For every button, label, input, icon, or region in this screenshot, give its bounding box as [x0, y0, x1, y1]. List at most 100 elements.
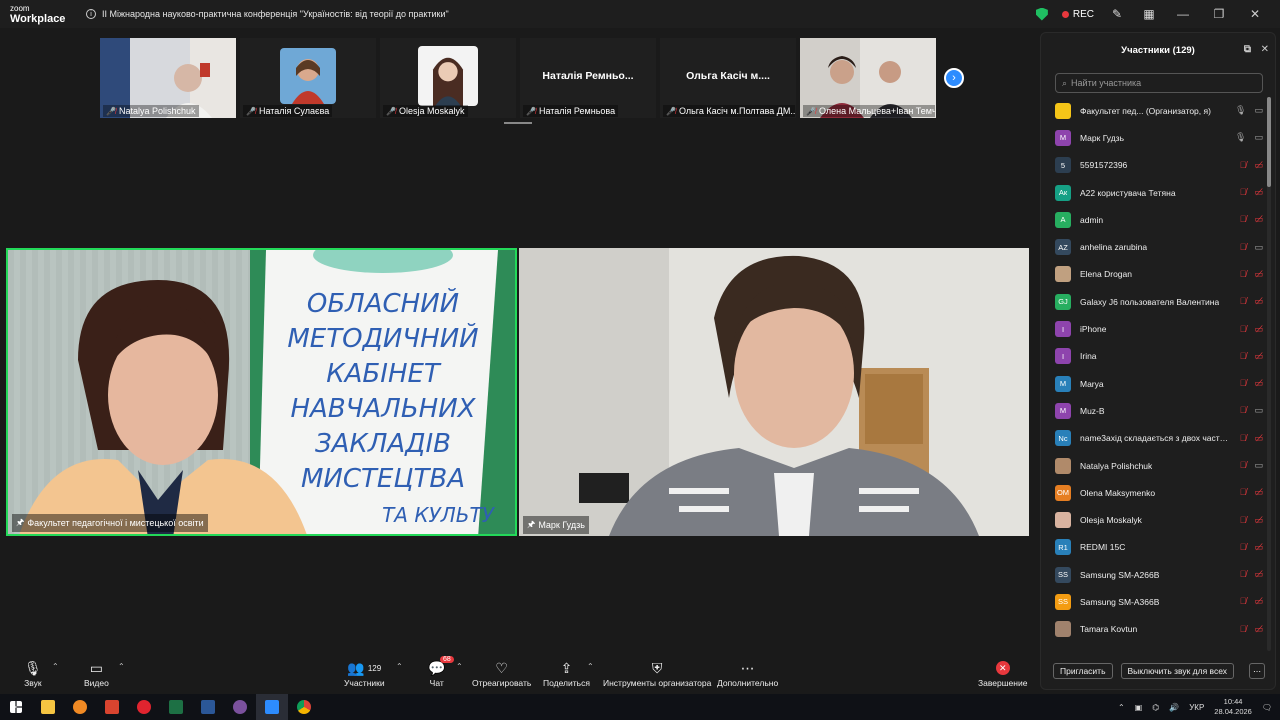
share-button[interactable]: ⇪ Поделиться: [543, 658, 590, 689]
camera-icon[interactable]: ▭: [1254, 105, 1263, 116]
participant-search-input[interactable]: ⌕ Найти участника: [1055, 73, 1263, 93]
mic-muted-icon[interactable]: 🎙̸: [1240, 242, 1247, 253]
participants-button[interactable]: 👥 129 Участники: [344, 658, 385, 689]
camera-off-icon[interactable]: ▭̸: [1254, 378, 1263, 389]
more-button[interactable]: ⋯ Дополнительно: [717, 658, 778, 689]
participant-row[interactable]: 5 5591572396 🎙̸ ▭̸: [1041, 152, 1269, 179]
participant-row[interactable]: Aadmin 🎙̸ ▭̸: [1041, 206, 1269, 233]
chat-button[interactable]: 💬 68 Чат: [428, 656, 454, 688]
panel-more-button[interactable]: ⋯: [1249, 663, 1265, 679]
camera-off-icon[interactable]: ▭̸: [1254, 542, 1263, 553]
volume-icon[interactable]: 🔊: [1169, 703, 1179, 712]
recording-indicator[interactable]: REC: [1061, 9, 1094, 20]
microphone-icon[interactable]: 🎙: [1235, 132, 1246, 143]
chat-options-caret[interactable]: ⌃: [456, 662, 463, 671]
participant-row[interactable]: AZ anhelina zarubina 🎙̸ ▭: [1041, 233, 1269, 260]
participant-row[interactable]: Tamara Kovtun 🎙̸ ▭̸: [1041, 616, 1269, 643]
taskbar-chrome[interactable]: [288, 694, 320, 720]
camera-off-icon[interactable]: ▭̸: [1254, 596, 1263, 607]
participant-row[interactable]: Nc name3ахід складається з двох части... 🎙…: [1041, 425, 1269, 452]
participant-row[interactable]: Olesja Moskalyk 🎙̸ ▭̸: [1041, 506, 1269, 533]
mute-all-button[interactable]: Выключить звук для всех: [1120, 663, 1235, 679]
start-button[interactable]: [0, 694, 32, 720]
popout-icon[interactable]: ⧉: [1244, 44, 1251, 55]
camera-off-icon[interactable]: ▭̸: [1254, 296, 1263, 307]
camera-off-icon[interactable]: ▭̸: [1254, 569, 1263, 580]
participant-tile[interactable]: Наталія Ремньо... 🎤̸ Наталія Ремньова: [520, 38, 656, 118]
participant-tile[interactable]: Ольга Касіч м.... 🎤̸ Ольга Касіч м.Полтав…: [660, 38, 796, 118]
audio-button[interactable]: 🎙 Звук: [24, 658, 42, 689]
mic-muted-icon[interactable]: 🎙̸: [1240, 624, 1247, 635]
taskbar-word[interactable]: [192, 694, 224, 720]
active-speaker-video[interactable]: ОБЛАСНИЙ МЕТОДИЧНИЙ КАБІНЕТ НАВЧАЛЬНИХ З…: [6, 248, 517, 536]
participant-row[interactable]: R1 REDMI 15C 🎙̸ ▭̸: [1041, 534, 1269, 561]
taskbar-search[interactable]: [64, 694, 96, 720]
taskbar-viber[interactable]: [224, 694, 256, 720]
keyboard-language[interactable]: УКР: [1189, 703, 1204, 712]
taskbar-zoom[interactable]: [256, 694, 288, 720]
participant-row[interactable]: Ак A22 користувача Тетяна 🎙̸ ▭̸: [1041, 179, 1269, 206]
taskbar-excel[interactable]: [160, 694, 192, 720]
participant-row[interactable]: Natalya Polishchuk 🎙̸ ▭: [1041, 452, 1269, 479]
mic-muted-icon[interactable]: 🎙̸: [1240, 596, 1247, 607]
notifications-icon[interactable]: 🗨: [1262, 703, 1272, 712]
mic-muted-icon[interactable]: 🎙̸: [1240, 569, 1247, 580]
taskbar-explorer[interactable]: [32, 694, 64, 720]
microphone-icon[interactable]: 🎙: [1235, 105, 1246, 116]
mic-muted-icon[interactable]: 🎙̸: [1240, 515, 1247, 526]
close-panel-icon[interactable]: ✕: [1261, 44, 1269, 55]
camera-off-icon[interactable]: ▭̸: [1254, 433, 1263, 444]
participant-tile[interactable]: 🎤̸ Олена Мальцева+Іван Темч...: [800, 38, 936, 118]
mic-muted-icon[interactable]: 🎙̸: [1240, 405, 1247, 416]
camera-icon[interactable]: ▭: [1254, 460, 1263, 471]
participant-row[interactable]: I Irina 🎙̸ ▭̸: [1041, 343, 1269, 370]
camera-icon[interactable]: ▭: [1254, 405, 1263, 416]
clock[interactable]: 10:44 28.04.2026: [1214, 697, 1252, 717]
camera-icon[interactable]: ▭: [1254, 242, 1263, 253]
mic-muted-icon[interactable]: 🎙̸: [1240, 160, 1247, 171]
taskbar-opera[interactable]: [128, 694, 160, 720]
chevron-right-icon[interactable]: ›: [944, 68, 964, 88]
minimize-button[interactable]: —: [1172, 7, 1194, 21]
participant-row[interactable]: IiPhone 🎙̸ ▭̸: [1041, 315, 1269, 342]
audio-options-caret[interactable]: ⌃: [52, 662, 59, 671]
participant-row[interactable]: Elena Drogan 🎙̸ ▭̸: [1041, 261, 1269, 288]
mic-muted-icon[interactable]: 🎙̸: [1240, 324, 1247, 335]
meeting-info[interactable]: i II Міжнародна науково-практична конфер…: [86, 9, 449, 19]
participant-row[interactable]: M Марк Гудзь 🎙 ▭: [1041, 124, 1269, 151]
participant-tile[interactable]: 🎤̸ Наталія Сулаєва: [240, 38, 376, 118]
participant-tile[interactable]: 🎤̸ Natalya Polishchuk: [100, 38, 236, 118]
taskbar-app[interactable]: [96, 694, 128, 720]
host-tools-button[interactable]: ⛨ Инструменты организатора: [603, 658, 711, 689]
close-button[interactable]: ✕: [1244, 7, 1266, 21]
mic-muted-icon[interactable]: 🎙̸: [1240, 542, 1247, 553]
participant-row[interactable]: SS Samsung SM-A266B 🎙̸ ▭̸: [1041, 561, 1269, 588]
camera-off-icon[interactable]: ▭̸: [1254, 214, 1263, 225]
react-button[interactable]: ♡ Отреагировать: [472, 658, 531, 689]
video-button[interactable]: ▭ Видео: [84, 658, 109, 689]
mic-muted-icon[interactable]: 🎙̸: [1240, 460, 1247, 471]
camera-off-icon[interactable]: ▭̸: [1254, 624, 1263, 635]
participant-row[interactable]: OM Olena Maksymenko 🎙̸ ▭̸: [1041, 479, 1269, 506]
mic-muted-icon[interactable]: 🎙̸: [1240, 269, 1247, 280]
mic-muted-icon[interactable]: 🎙̸: [1240, 487, 1247, 498]
participant-row[interactable]: M Marya 🎙̸ ▭̸: [1041, 370, 1269, 397]
invite-button[interactable]: Пригласить: [1053, 663, 1113, 679]
camera-off-icon[interactable]: ▭̸: [1254, 324, 1263, 335]
share-options-caret[interactable]: ⌃: [587, 662, 594, 671]
view-layout-icon[interactable]: ▦: [1140, 5, 1158, 23]
mic-muted-icon[interactable]: 🎙̸: [1240, 351, 1247, 362]
camera-off-icon[interactable]: ▭̸: [1254, 160, 1263, 171]
mic-muted-icon[interactable]: 🎙̸: [1240, 187, 1247, 198]
end-meeting-button[interactable]: ✕ Завершение: [978, 658, 1027, 688]
annotate-pencil-icon[interactable]: ✎: [1108, 5, 1126, 23]
scrollbar-thumb[interactable]: [1267, 97, 1271, 187]
participant-row[interactable]: Факультет пед... (Организатор, я) 🎙 ▭: [1041, 97, 1269, 124]
camera-off-icon[interactable]: ▭̸: [1254, 351, 1263, 362]
participant-row[interactable]: SS Samsung SM-A366B 🎙̸ ▭̸: [1041, 588, 1269, 615]
participants-options-caret[interactable]: ⌃: [396, 662, 403, 671]
mic-muted-icon[interactable]: 🎙̸: [1240, 433, 1247, 444]
network-icon[interactable]: ⌬: [1152, 703, 1159, 712]
participant-row[interactable]: GJ Galaxy J6 пользователя Валентина 🎙̸ ▭̸: [1041, 288, 1269, 315]
mic-muted-icon[interactable]: 🎙̸: [1240, 378, 1247, 389]
